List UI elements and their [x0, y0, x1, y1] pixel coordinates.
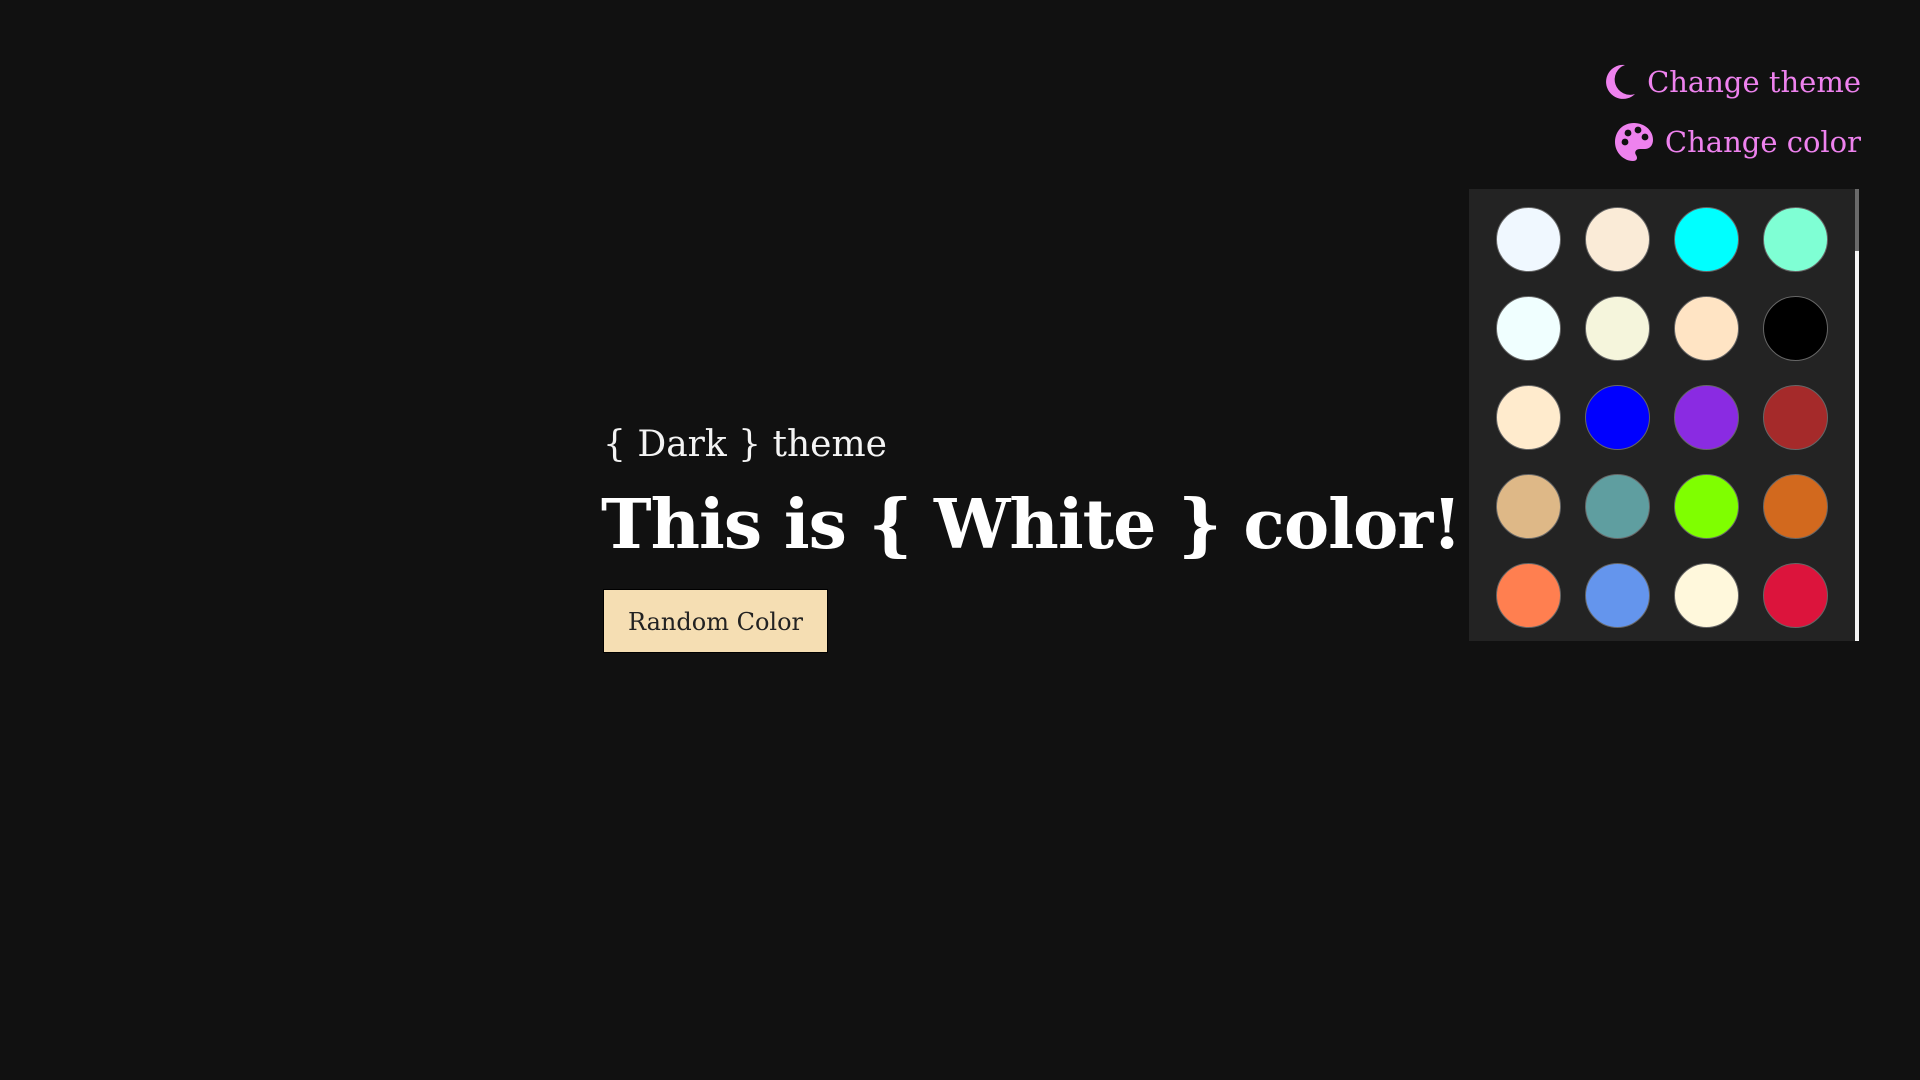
color-headline: This is { White } color! [601, 485, 1462, 565]
moon-icon [1603, 63, 1637, 101]
color-swatch[interactable] [1585, 207, 1650, 272]
change-color-label: Change color [1664, 125, 1861, 159]
color-swatch[interactable] [1763, 207, 1828, 272]
palette-scrollbar-thumb[interactable] [1855, 189, 1859, 251]
color-swatch[interactable] [1585, 296, 1650, 361]
color-swatch[interactable] [1674, 385, 1739, 450]
color-swatch[interactable] [1496, 207, 1561, 272]
color-swatch[interactable] [1585, 474, 1650, 539]
color-swatch[interactable] [1496, 563, 1561, 628]
change-theme-label: Change theme [1647, 65, 1861, 99]
color-swatch[interactable] [1763, 474, 1828, 539]
color-swatch[interactable] [1674, 474, 1739, 539]
page: Change theme Change color { Dark } theme… [0, 0, 1920, 1080]
palette-icon [1613, 121, 1655, 163]
color-swatch-grid [1496, 207, 1828, 628]
color-swatch[interactable] [1585, 385, 1650, 450]
change-color-button[interactable]: Change color [1613, 120, 1861, 164]
top-controls: Change theme Change color [1603, 60, 1861, 164]
color-swatch[interactable] [1585, 563, 1650, 628]
color-swatch[interactable] [1763, 385, 1828, 450]
color-swatch[interactable] [1674, 563, 1739, 628]
change-theme-button[interactable]: Change theme [1603, 60, 1861, 104]
main-content: { Dark } theme This is { White } color! … [601, 415, 1462, 653]
random-color-button[interactable]: Random Color [603, 589, 828, 653]
color-swatch[interactable] [1496, 385, 1561, 450]
color-swatch[interactable] [1496, 474, 1561, 539]
color-swatch[interactable] [1763, 563, 1828, 628]
color-palette-panel [1469, 189, 1859, 641]
palette-scrollbar[interactable] [1855, 189, 1859, 641]
color-swatch[interactable] [1674, 296, 1739, 361]
color-swatch[interactable] [1763, 296, 1828, 361]
color-swatch[interactable] [1674, 207, 1739, 272]
theme-subtitle: { Dark } theme [603, 424, 887, 465]
color-swatch[interactable] [1496, 296, 1561, 361]
